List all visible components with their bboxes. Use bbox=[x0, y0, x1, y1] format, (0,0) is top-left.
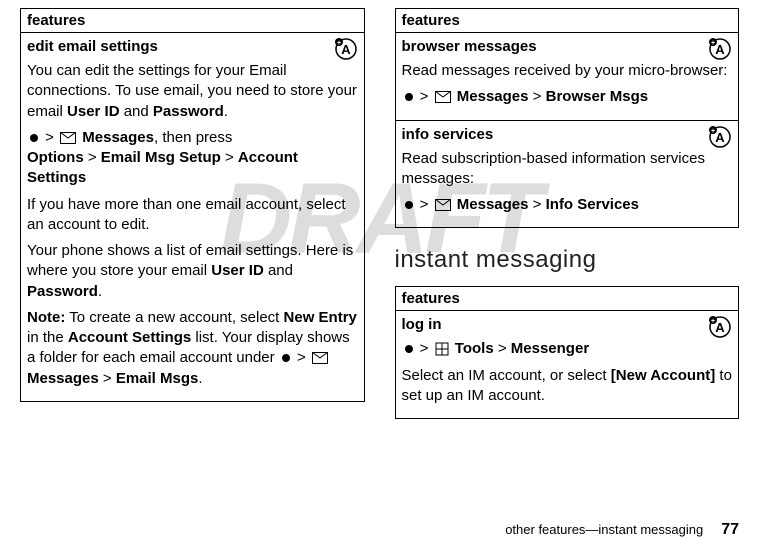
text: and bbox=[264, 262, 293, 279]
center-key-icon bbox=[30, 134, 38, 142]
edit-email-p2: If you have more than one email account,… bbox=[27, 195, 358, 236]
info-services-label: Info Services bbox=[546, 196, 639, 213]
tools-label: Tools bbox=[455, 340, 494, 357]
gt: > bbox=[45, 129, 54, 146]
login-title: log in bbox=[402, 315, 442, 335]
features-header-left: features bbox=[21, 9, 365, 33]
center-key-icon bbox=[282, 354, 290, 362]
page-columns: features edit email settings A + You can… bbox=[20, 8, 739, 419]
page-number: 77 bbox=[721, 521, 739, 539]
new-entry-label: New Entry bbox=[284, 309, 357, 326]
info-services-desc: Read subscription-based information serv… bbox=[402, 149, 733, 190]
email-msgs-label: Email Msgs bbox=[116, 370, 199, 387]
edit-email-title: edit email settings bbox=[27, 37, 158, 57]
accessibility-badge-icon: A + bbox=[334, 37, 358, 61]
text: in the bbox=[27, 329, 68, 346]
new-account-label: [New Account] bbox=[611, 367, 715, 384]
info-services-cell: info services A + Read subscription-base… bbox=[395, 120, 739, 228]
user-id-label: User ID bbox=[67, 103, 120, 120]
password-label: Password bbox=[153, 103, 224, 120]
envelope-icon bbox=[435, 199, 451, 211]
text: , then press bbox=[154, 129, 232, 146]
accessibility-badge-icon: A + bbox=[708, 125, 732, 149]
browser-messages-cell: browser messages A + Read messages recei… bbox=[395, 33, 739, 121]
email-msg-setup-label: Email Msg Setup bbox=[101, 149, 221, 166]
footer-section: other features—instant messaging bbox=[505, 522, 703, 537]
envelope-icon bbox=[60, 132, 76, 144]
right-column: features browser messages A + Read messa… bbox=[395, 8, 740, 419]
svg-text:+: + bbox=[336, 40, 340, 47]
svg-text:A: A bbox=[341, 42, 351, 57]
text: To create a new account, select bbox=[65, 309, 283, 326]
text: . bbox=[198, 370, 202, 387]
center-key-icon bbox=[405, 93, 413, 101]
edit-email-nav1: > Messages, then press Options > Email M… bbox=[27, 128, 358, 189]
svg-text:+: + bbox=[711, 318, 715, 325]
features-table-left: features edit email settings A + You can… bbox=[20, 8, 365, 402]
user-id-label: User ID bbox=[211, 262, 264, 279]
info-services-title: info services bbox=[402, 125, 494, 145]
note-label: Note: bbox=[27, 309, 65, 326]
envelope-icon bbox=[435, 91, 451, 103]
gt: > bbox=[103, 370, 112, 387]
text: . bbox=[98, 283, 102, 300]
text: Your phone shows a list of email setting… bbox=[27, 242, 353, 279]
messenger-label: Messenger bbox=[511, 340, 589, 357]
gt: > bbox=[420, 88, 429, 105]
gt: > bbox=[225, 149, 234, 166]
text: . bbox=[224, 103, 228, 120]
gt: > bbox=[498, 340, 507, 357]
password-label: Password bbox=[27, 283, 98, 300]
svg-text:A: A bbox=[715, 42, 725, 57]
features-header-im: features bbox=[395, 287, 739, 311]
page-footer: other features—instant messaging 77 bbox=[505, 521, 739, 539]
browser-messages-nav: > Messages > Browser Msgs bbox=[402, 87, 733, 107]
messages-label: Messages bbox=[27, 370, 99, 387]
features-table-im: features log in A + > bbox=[395, 286, 740, 419]
left-column: features edit email settings A + You can… bbox=[20, 8, 365, 419]
gt: > bbox=[533, 88, 542, 105]
edit-email-note: Note: To create a new account, select Ne… bbox=[27, 308, 358, 389]
features-header-right: features bbox=[395, 9, 739, 33]
options-label: Options bbox=[27, 149, 84, 166]
features-table-right1: features browser messages A + Read messa… bbox=[395, 8, 740, 228]
svg-text:+: + bbox=[711, 40, 715, 47]
svg-text:A: A bbox=[715, 320, 725, 335]
text: Select an IM account, or select bbox=[402, 367, 611, 384]
login-desc: Select an IM account, or select [New Acc… bbox=[402, 366, 733, 407]
account-settings-label: Account Settings bbox=[68, 329, 191, 346]
edit-email-p1: You can edit the settings for your Email… bbox=[27, 61, 358, 122]
svg-text:+: + bbox=[711, 128, 715, 135]
instant-messaging-heading: instant messaging bbox=[395, 246, 740, 274]
accessibility-badge-icon: A + bbox=[708, 315, 732, 339]
messages-label: Messages bbox=[82, 129, 154, 146]
envelope-icon bbox=[312, 352, 328, 364]
login-nav: > Tools > Messenger bbox=[402, 339, 733, 359]
svg-text:A: A bbox=[715, 130, 725, 145]
login-cell: log in A + > Tools > bbox=[395, 311, 739, 419]
browser-msgs-label: Browser Msgs bbox=[546, 88, 649, 105]
gt: > bbox=[533, 196, 542, 213]
tools-icon bbox=[435, 342, 449, 356]
accessibility-badge-icon: A + bbox=[708, 37, 732, 61]
messages-label: Messages bbox=[457, 196, 529, 213]
info-services-nav: > Messages > Info Services bbox=[402, 195, 733, 215]
edit-email-cell: edit email settings A + You can edit the… bbox=[21, 33, 365, 402]
browser-messages-desc: Read messages received by your micro-bro… bbox=[402, 61, 733, 81]
edit-email-p3: Your phone shows a list of email setting… bbox=[27, 241, 358, 302]
browser-messages-title: browser messages bbox=[402, 37, 537, 57]
gt: > bbox=[297, 349, 306, 366]
gt: > bbox=[88, 149, 97, 166]
center-key-icon bbox=[405, 345, 413, 353]
center-key-icon bbox=[405, 201, 413, 209]
gt: > bbox=[420, 340, 429, 357]
messages-label: Messages bbox=[457, 88, 529, 105]
text: and bbox=[120, 103, 153, 120]
gt: > bbox=[420, 196, 429, 213]
